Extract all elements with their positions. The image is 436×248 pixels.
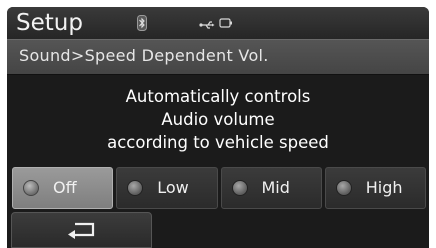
- option-label: Mid: [261, 178, 290, 197]
- radio-indicator-icon: [335, 180, 352, 196]
- option-mid[interactable]: Mid: [220, 167, 322, 209]
- radio-indicator-icon: [127, 180, 144, 196]
- radio-indicator-icon: [23, 180, 39, 196]
- return-arrow-icon: [68, 222, 95, 239]
- usb-icon: [199, 16, 215, 35]
- description-line: Audio volume: [161, 110, 275, 129]
- description-line: Automatically controls: [125, 87, 311, 106]
- option-label: Off: [53, 178, 77, 197]
- header-bar: Setup: [7, 7, 429, 39]
- option-label: Low: [157, 178, 189, 197]
- bluetooth-icon: [137, 15, 147, 35]
- description-line: according to vehicle speed: [107, 133, 329, 152]
- display-screen: Setup Sound>Speed Dependent Vol. Automat…: [7, 7, 429, 248]
- breadcrumb-bar: Sound>Speed Dependent Vol.: [7, 39, 429, 75]
- option-off[interactable]: Off: [12, 167, 114, 209]
- option-high[interactable]: High: [324, 167, 426, 209]
- breadcrumb: Sound>Speed Dependent Vol.: [19, 46, 269, 65]
- speed-volume-options: Off Low Mid High: [12, 167, 426, 209]
- back-button[interactable]: [11, 212, 152, 248]
- page-title: Setup: [16, 10, 83, 36]
- radio-indicator-icon: [231, 180, 248, 196]
- option-label: High: [365, 178, 403, 197]
- ipod-icon: [219, 15, 233, 34]
- option-low[interactable]: Low: [116, 167, 218, 209]
- description-text: Automatically controls Audio volume acco…: [7, 85, 429, 154]
